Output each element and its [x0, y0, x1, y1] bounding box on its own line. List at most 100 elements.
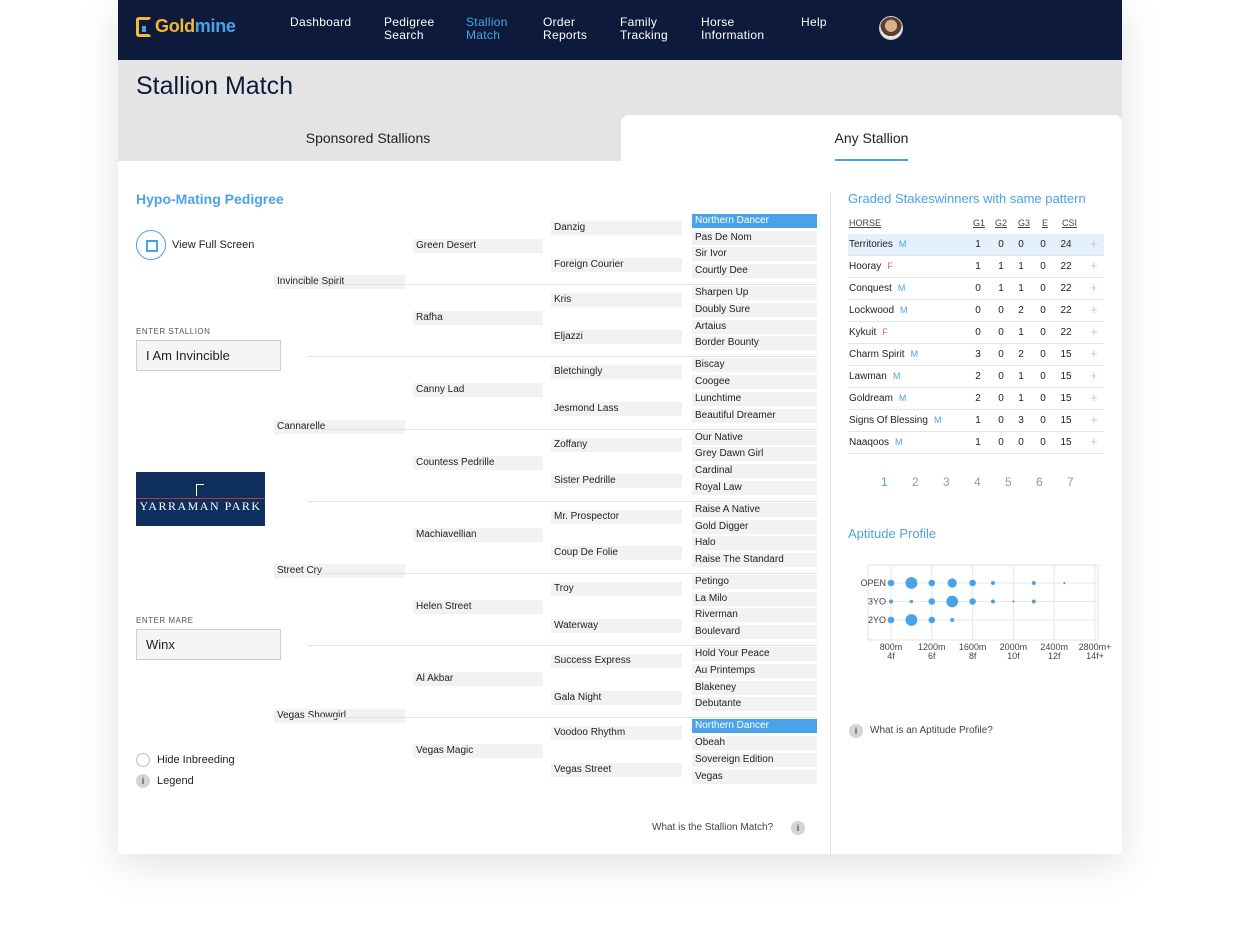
pedigree-gen4-horse[interactable]: Hold Your Peace: [692, 647, 817, 661]
pedigree-gen1-horse[interactable]: Cannarelle: [274, 420, 405, 434]
add-icon[interactable]: +: [1090, 236, 1098, 251]
col-g1[interactable]: G1: [973, 218, 985, 228]
add-icon[interactable]: +: [1090, 412, 1098, 427]
pedigree-gen3-horse[interactable]: Bletchingly: [551, 365, 682, 379]
stakes-table-row[interactable]: Territories M 1 0 0 0 24 +: [848, 234, 1104, 256]
aptitude-info-icon[interactable]: i: [849, 724, 863, 738]
pedigree-gen4-horse[interactable]: Courtly Dee: [692, 264, 817, 278]
add-icon[interactable]: +: [1090, 434, 1098, 449]
pedigree-gen4-horse[interactable]: Raise The Standard: [692, 553, 817, 567]
stakes-table-row[interactable]: Conquest M 0 1 1 0 22 +: [848, 278, 1104, 300]
expand-icon[interactable]: [136, 230, 166, 260]
view-full-screen-link[interactable]: View Full Screen: [172, 239, 254, 251]
pedigree-gen4-horse[interactable]: Blakeney: [692, 681, 817, 695]
pedigree-gen3-horse[interactable]: Waterway: [551, 619, 682, 633]
pedigree-gen4-horse[interactable]: Biscay: [692, 358, 817, 372]
add-icon[interactable]: +: [1090, 258, 1098, 273]
legend-link[interactable]: Legend: [157, 775, 194, 787]
aptitude-help-link[interactable]: What is an Aptitude Profile?: [870, 725, 993, 736]
pedigree-gen4-horse[interactable]: Boulevard: [692, 625, 817, 639]
page-3[interactable]: 3: [943, 475, 950, 489]
stakes-table-row[interactable]: Hooray F 1 1 1 0 22 +: [848, 256, 1104, 278]
pedigree-gen1-horse[interactable]: Street Cry: [274, 564, 405, 578]
pedigree-gen2-horse[interactable]: Countess Pedrille: [413, 456, 543, 470]
add-icon[interactable]: +: [1090, 302, 1098, 317]
stakes-table-row[interactable]: Kykuit F 0 0 1 0 22 +: [848, 322, 1104, 344]
pedigree-gen4-horse[interactable]: Pas De Nom: [692, 231, 817, 245]
page-6[interactable]: 6: [1036, 475, 1043, 489]
stakes-table-row[interactable]: Lawman M 2 0 1 0 15 +: [848, 366, 1104, 388]
yarraman-park-logo[interactable]: YARRAMAN PARK: [136, 472, 265, 526]
pedigree-gen4-horse[interactable]: Northern Dancer: [692, 719, 817, 733]
stakes-table-row[interactable]: Naaqoos M 1 0 0 0 15 +: [848, 432, 1104, 454]
pedigree-gen2-horse[interactable]: Green Desert: [413, 239, 543, 253]
add-icon[interactable]: +: [1090, 368, 1098, 383]
pedigree-gen4-horse[interactable]: Our Native: [692, 431, 817, 445]
pedigree-gen4-horse[interactable]: Vegas: [692, 770, 817, 784]
pedigree-gen3-horse[interactable]: Jesmond Lass: [551, 402, 682, 416]
pedigree-gen4-horse[interactable]: Northern Dancer: [692, 214, 817, 228]
pedigree-gen4-horse[interactable]: Debutante: [692, 697, 817, 711]
pedigree-gen4-horse[interactable]: Petingo: [692, 575, 817, 589]
pedigree-gen3-horse[interactable]: Zoffany: [551, 438, 682, 452]
pedigree-gen3-horse[interactable]: Gala Night: [551, 691, 682, 705]
goldmine-logo[interactable]: Goldmine: [136, 16, 236, 37]
pedigree-gen4-horse[interactable]: Raise A Native: [692, 503, 817, 517]
pedigree-gen4-horse[interactable]: Grey Dawn Girl: [692, 447, 817, 461]
nav-help[interactable]: Help: [801, 16, 827, 29]
page-1[interactable]: 1: [881, 475, 888, 489]
stallion-match-help[interactable]: What is the Stallion Match?: [652, 822, 773, 833]
pedigree-gen4-horse[interactable]: Obeah: [692, 736, 817, 750]
pedigree-gen4-horse[interactable]: Halo: [692, 536, 817, 550]
pedigree-gen2-horse[interactable]: Machiavellian: [413, 528, 543, 542]
col-csi[interactable]: CSI: [1062, 218, 1077, 228]
col-horse[interactable]: HORSE: [849, 218, 881, 228]
nav-stallion-match[interactable]: Stallion Match: [466, 16, 508, 42]
add-icon[interactable]: +: [1090, 346, 1098, 361]
page-2[interactable]: 2: [912, 475, 919, 489]
pedigree-gen3-horse[interactable]: Sister Pedrille: [551, 474, 682, 488]
tab-any-stallion[interactable]: Any Stallion: [621, 115, 1122, 161]
pedigree-gen4-horse[interactable]: La Milo: [692, 592, 817, 606]
pedigree-gen2-horse[interactable]: Al Akbar: [413, 672, 543, 686]
page-4[interactable]: 4: [974, 475, 981, 489]
pedigree-gen4-horse[interactable]: Artaius: [692, 320, 817, 334]
col-e[interactable]: E: [1042, 218, 1048, 228]
pedigree-gen4-horse[interactable]: Beautiful Dreamer: [692, 409, 817, 423]
pedigree-gen4-horse[interactable]: Doubly Sure: [692, 303, 817, 317]
stakes-table-row[interactable]: Charm Spirit M 3 0 2 0 15 +: [848, 344, 1104, 366]
page-7[interactable]: 7: [1067, 475, 1074, 489]
pedigree-gen4-horse[interactable]: Riverman: [692, 608, 817, 622]
col-g2[interactable]: G2: [995, 218, 1007, 228]
nav-dashboard[interactable]: Dashboard: [290, 16, 351, 29]
stakes-table-row[interactable]: Signs Of Blessing M 1 0 3 0 15 +: [848, 410, 1104, 432]
pedigree-gen3-horse[interactable]: Success Express: [551, 654, 682, 668]
pedigree-gen4-horse[interactable]: Sir Ivor: [692, 247, 817, 261]
pedigree-gen2-horse[interactable]: Helen Street: [413, 600, 543, 614]
add-icon[interactable]: +: [1090, 324, 1098, 339]
pedigree-gen2-horse[interactable]: Vegas Magic: [413, 744, 543, 758]
pedigree-gen2-horse[interactable]: Rafha: [413, 311, 543, 325]
pedigree-gen3-horse[interactable]: Mr. Prospector: [551, 510, 682, 524]
mare-input[interactable]: Winx: [136, 629, 281, 660]
pedigree-gen3-horse[interactable]: Vegas Street: [551, 763, 682, 777]
pedigree-gen3-horse[interactable]: Coup De Folie: [551, 546, 682, 560]
pedigree-gen4-horse[interactable]: Sharpen Up: [692, 286, 817, 300]
pedigree-gen4-horse[interactable]: Sovereign Edition: [692, 753, 817, 767]
pedigree-gen4-horse[interactable]: Border Bounty: [692, 336, 817, 350]
pedigree-gen3-horse[interactable]: Danzig: [551, 221, 682, 235]
pedigree-gen4-horse[interactable]: Coogee: [692, 375, 817, 389]
nav-pedigree-search[interactable]: Pedigree Search: [384, 16, 434, 42]
nav-order-reports[interactable]: Order Reports: [543, 16, 587, 42]
pedigree-gen4-horse[interactable]: Lunchtime: [692, 392, 817, 406]
pedigree-gen1-horse[interactable]: Vegas Showgirl: [274, 709, 405, 723]
legend-info-icon[interactable]: i: [136, 774, 150, 788]
stallion-input[interactable]: I Am Invincible: [136, 340, 281, 371]
pedigree-gen4-horse[interactable]: Gold Digger: [692, 520, 817, 534]
nav-family-tracking[interactable]: Family Tracking: [620, 16, 668, 42]
add-icon[interactable]: +: [1090, 390, 1098, 405]
col-g3[interactable]: G3: [1018, 218, 1030, 228]
pedigree-gen3-horse[interactable]: Voodoo Rhythm: [551, 726, 682, 740]
pedigree-gen4-horse[interactable]: Royal Law: [692, 481, 817, 495]
pedigree-gen3-horse[interactable]: Troy: [551, 582, 682, 596]
